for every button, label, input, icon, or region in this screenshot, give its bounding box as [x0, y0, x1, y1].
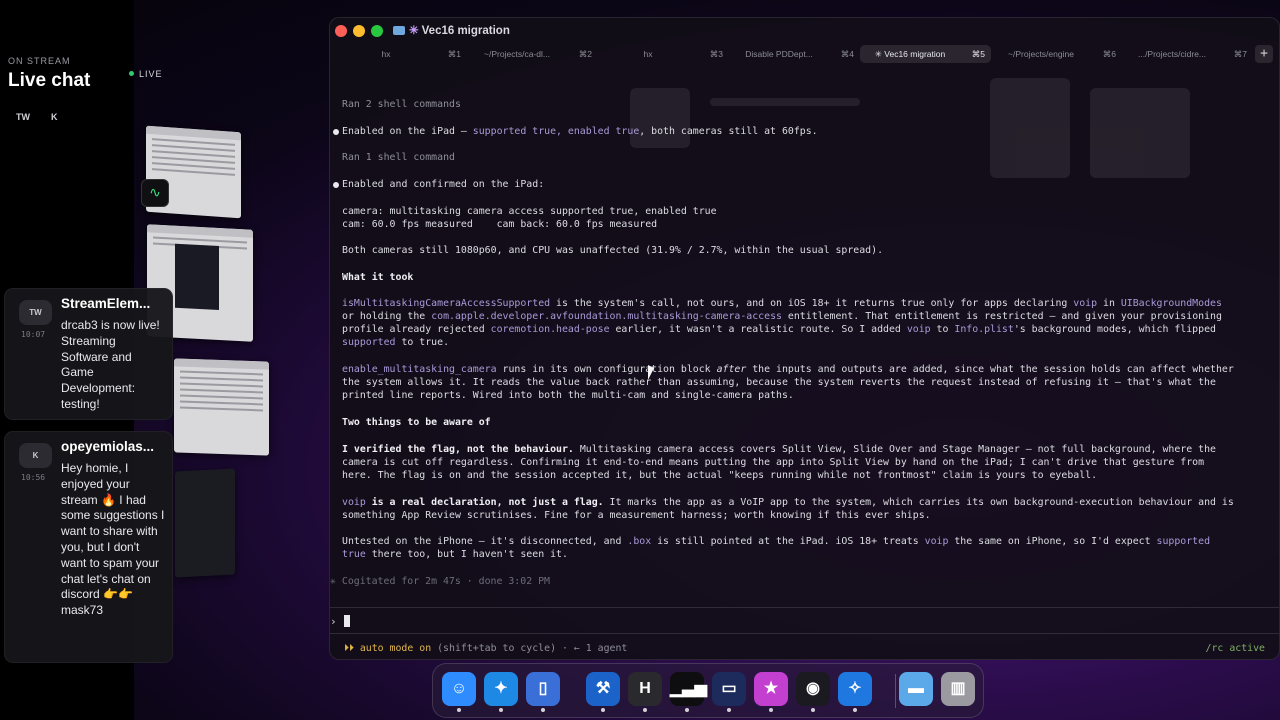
titlebar: ✳ Vec16 migration: [330, 18, 1279, 44]
mouse-pointer-icon: [648, 365, 654, 380]
terminal-app-icon[interactable]: ▭: [712, 672, 746, 712]
output-line: Enabled and confirmed on the iPad:: [333, 178, 544, 191]
window-title: ✳ Vec16 migration: [393, 23, 510, 37]
output-line: I verified the flag, not the behaviour. …: [342, 444, 1216, 455]
running-indicator: [685, 708, 689, 712]
tab-2[interactable]: ~/Projects/ca-dl... ⌘2: [467, 45, 598, 63]
chat-title: Live chat: [8, 70, 91, 91]
status-hint: (shift+tab to cycle) · ← 1 agent: [431, 643, 628, 654]
chat-overline: ON STREAM: [8, 56, 71, 66]
output-line: printed line reports. Wired into both th…: [342, 390, 794, 401]
message-username: opeyemiolas...: [61, 439, 155, 454]
output-line: isMultitaskingCameraAccessSupported is t…: [342, 298, 1222, 309]
message-text: drcab3 is now live! Streaming Software a…: [61, 318, 160, 411]
tab-5-active[interactable]: ✳ Vec16 migration ⌘5: [860, 45, 991, 63]
cogitated-status: ✳ Cogitated for 2m 47s · done 3:02 PM: [330, 576, 550, 587]
platform-badge: TW: [19, 300, 52, 325]
running-indicator: [601, 708, 605, 712]
prompt-symbol: ›: [330, 615, 337, 628]
output-line: Enabled on the iPad — supported true, en…: [333, 125, 818, 138]
safari-beta-app-icon[interactable]: ✧: [838, 672, 872, 712]
live-label: LIVE: [139, 69, 163, 79]
terminal-window: ✳ Vec16 migration hx ⌘1 ~/Projects/ca-dl..…: [329, 17, 1280, 660]
filter-twitch[interactable]: TW: [16, 112, 30, 122]
remote-control-status: /rc active: [1205, 643, 1265, 654]
running-indicator: [541, 708, 545, 712]
running-indicator: [811, 708, 815, 712]
finder-app-icon[interactable]: ☺: [442, 672, 476, 712]
tab-bar: hx ⌘1 ~/Projects/ca-dl... ⌘2 hx ⌘3 Disable …: [336, 45, 1253, 63]
output-line: true there too, but I haven't seen it.: [342, 549, 568, 560]
bullet-icon: [333, 129, 339, 135]
activity-monitor-app-icon[interactable]: ▁▃▅: [670, 672, 707, 712]
running-indicator: [499, 708, 503, 712]
running-indicator: [727, 708, 731, 712]
new-tab-button[interactable]: +: [1255, 45, 1273, 63]
section-heading: What it took: [342, 272, 414, 283]
running-indicator: [643, 708, 647, 712]
output-line: supported to true.: [342, 337, 450, 348]
output-line: Both cameras still 1080p60, and CPU was …: [342, 245, 884, 256]
minimize-button[interactable]: [353, 25, 365, 37]
prompt-input[interactable]: ›: [330, 615, 350, 628]
tab-3[interactable]: hx ⌘3: [598, 45, 729, 63]
tool-summary: Ran 1 shell command: [342, 152, 455, 163]
output-line: here. The flag is on and the session acc…: [342, 470, 1098, 481]
tab-7[interactable]: .../Projects/cidre... ⌘7: [1122, 45, 1253, 63]
zoom-button[interactable]: [371, 25, 383, 37]
auto-mode-indicator: ⏵⏵ auto mode on: [344, 643, 432, 654]
window-thumbnail[interactable]: [175, 468, 235, 578]
output-line: the system allows it. It reads the value…: [342, 377, 1216, 388]
tab-6[interactable]: ~/Projects/engine ⌘6: [991, 45, 1122, 63]
message-time: 10:56: [21, 473, 46, 482]
output-line: camera is cut off regardless. Confirming…: [342, 457, 1205, 468]
live-dot-icon: [129, 71, 134, 76]
simulator-app-icon[interactable]: ▯: [526, 672, 560, 712]
close-button[interactable]: [335, 25, 347, 37]
running-indicator: [853, 708, 857, 712]
status-line[interactable]: ⏵⏵ auto mode on (shift+tab to cycle) · ←…: [344, 643, 627, 654]
bullet-icon: [333, 182, 339, 188]
message-text: Hey homie, I enjoyed your stream 🔥 I had…: [61, 461, 165, 618]
instruments-app-icon[interactable]: ★: [754, 672, 788, 712]
chat-message: K 10:56 opeyemiolas... Hey homie, I enjo…: [4, 431, 173, 663]
output-line: or holding the com.apple.developer.avfou…: [342, 311, 1222, 322]
output-line: cam: 60.0 fps measured cam back: 60.0 fp…: [342, 219, 658, 230]
helix-app-icon[interactable]: H: [628, 672, 662, 712]
downloads-folder-icon[interactable]: ▬: [899, 672, 933, 706]
dock-separator: [895, 674, 896, 708]
folder-icon: [393, 26, 405, 35]
spinner-icon: ✳: [409, 25, 419, 37]
trash-icon[interactable]: ▥: [941, 672, 975, 706]
text-caret: [343, 615, 350, 627]
window-thumbnail[interactable]: [174, 358, 269, 456]
tab-4[interactable]: Disable PDDept... ⌘4: [729, 45, 860, 63]
running-indicator: [457, 708, 461, 712]
safari-app-icon[interactable]: ✦: [484, 672, 518, 712]
output-line: profile already rejected coremotion.head…: [342, 324, 1216, 335]
filter-kick[interactable]: K: [51, 112, 58, 122]
tab-1[interactable]: hx ⌘1: [336, 45, 467, 63]
dock: ☺ ✦ ▯ ⚒ H ▁▃▅ ▭ ★ ◉ ✧ ▬ ▥: [432, 663, 984, 718]
output-line: enable_multitasking_camera runs in its o…: [342, 364, 1234, 375]
message-username: StreamElem...: [61, 296, 151, 311]
activity-monitor-icon: ∿: [141, 179, 169, 207]
divider: [330, 633, 1279, 634]
live-badge: LIVE: [129, 69, 163, 79]
output-line: camera: multitasking camera access suppo…: [342, 206, 717, 217]
output-line: something App Review scrutinises. Fine f…: [342, 510, 931, 521]
message-time: 10:07: [21, 330, 46, 339]
output-line: Untested on the iPhone — it's disconnect…: [342, 536, 1211, 547]
chat-message: TW 10:07 StreamElem... drcab3 is now liv…: [4, 288, 173, 420]
output-line: voip is a real declaration, not just a f…: [342, 497, 1234, 508]
instruments-beta-app-icon[interactable]: ◉: [796, 672, 830, 712]
xcode-app-icon[interactable]: ⚒: [586, 672, 620, 712]
running-indicator: [769, 708, 773, 712]
divider: [330, 607, 1279, 608]
platform-badge: K: [19, 443, 52, 468]
section-heading: Two things to be aware of: [342, 417, 491, 428]
tool-summary: Ran 2 shell commands: [342, 99, 461, 110]
